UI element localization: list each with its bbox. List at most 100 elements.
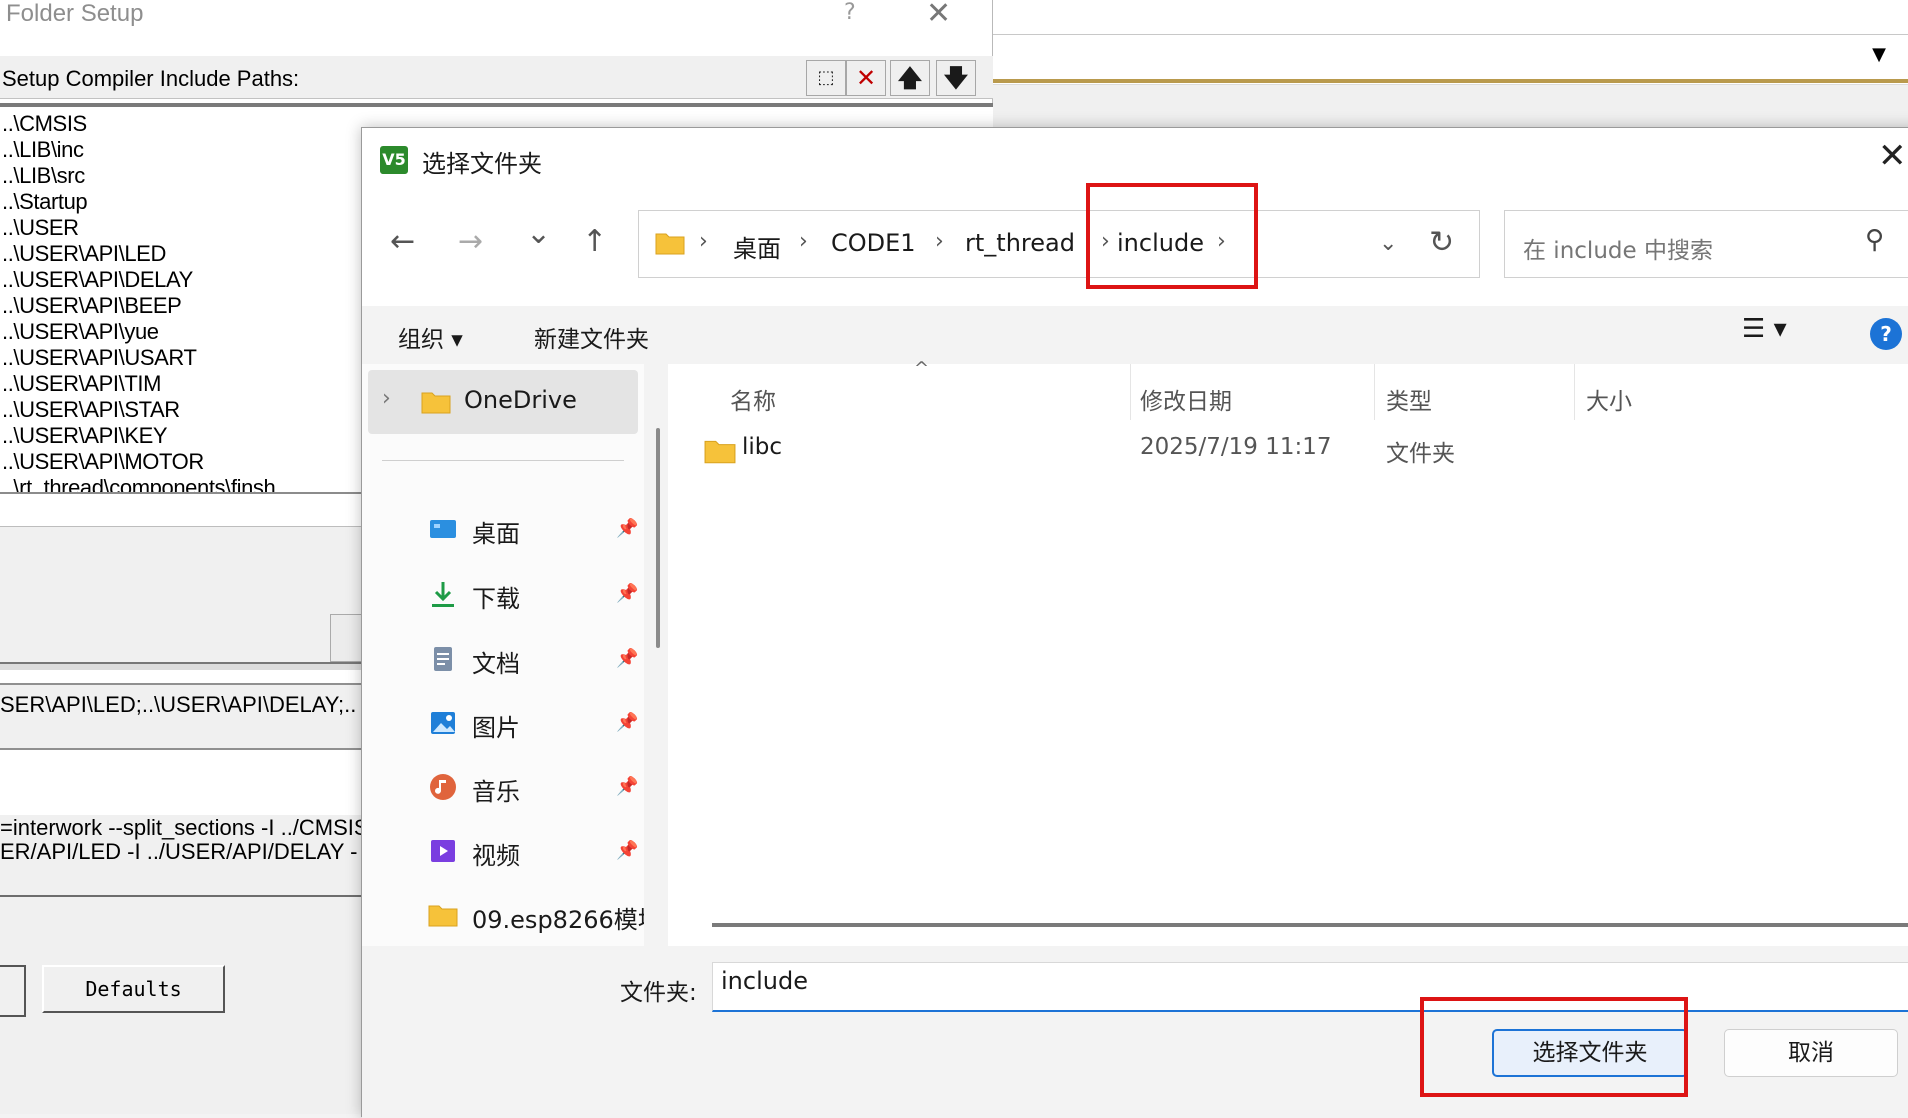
- column-header-size[interactable]: 大小: [1586, 382, 1632, 416]
- compiler-string-line: ER/API/LED -I ../USER/API/DELAY -: [0, 839, 358, 864]
- defaults-button[interactable]: Defaults: [42, 965, 225, 1013]
- folder-icon: [704, 440, 736, 464]
- nav-item-label: 文档: [472, 650, 520, 678]
- address-dropdown-icon[interactable]: ⌄: [1379, 231, 1397, 256]
- move-down-button[interactable]: 🡇: [936, 60, 976, 96]
- search-box[interactable]: 在 include 中搜索 ⚲: [1504, 210, 1908, 278]
- breadcrumb-code1[interactable]: CODE1: [831, 229, 916, 257]
- move-up-button[interactable]: 🡅: [890, 60, 930, 96]
- column-divider[interactable]: [1374, 364, 1375, 420]
- list-item[interactable]: ..\USER\API\LED: [2, 241, 166, 267]
- nav-item-pictures[interactable]: 图片 📌: [428, 704, 638, 744]
- cancel-button[interactable]: 取消: [1724, 1029, 1898, 1077]
- list-item[interactable]: ..\USER\API\KEY: [2, 423, 168, 449]
- nav-pane-scrollbar[interactable]: [656, 428, 660, 648]
- list-item[interactable]: ..\LIB\inc: [2, 137, 84, 163]
- organize-menu[interactable]: 组织 ▾: [398, 320, 463, 354]
- list-item[interactable]: ..\USER\API\TIM: [2, 371, 161, 397]
- list-item[interactable]: ..\USER: [2, 215, 79, 241]
- desktop-icon: [430, 520, 456, 538]
- nav-item-label: 桌面: [472, 520, 520, 548]
- recent-locations-icon[interactable]: ⌄: [526, 216, 551, 251]
- file-list: ^ 名称 修改日期 类型 大小 libc 2025/7/19 11:17 文件夹: [668, 358, 1908, 946]
- column-header-name[interactable]: 名称: [730, 382, 776, 416]
- download-icon: [432, 582, 454, 607]
- dialog-title: 选择文件夹: [422, 150, 542, 178]
- arrow-up-icon: 🡅: [897, 64, 923, 92]
- search-icon[interactable]: ⚲: [1865, 225, 1884, 255]
- sort-caret-icon: ^: [914, 358, 930, 379]
- list-item[interactable]: ..\USER\API\DELAY: [2, 267, 193, 293]
- footer-button[interactable]: [0, 965, 26, 1017]
- highlight-box-breadcrumb: [1086, 183, 1258, 289]
- help-icon[interactable]: ?: [1870, 318, 1902, 350]
- help-icon[interactable]: ?: [844, 0, 856, 25]
- breadcrumb-rt-thread[interactable]: rt_thread: [965, 229, 1075, 257]
- pin-icon[interactable]: 📌: [616, 712, 638, 733]
- list-item[interactable]: ..\CMSIS: [2, 111, 87, 137]
- new-folder-button[interactable]: 新建文件夹: [534, 320, 649, 354]
- list-item[interactable]: ..\USER\API\MOTOR: [2, 449, 204, 475]
- arrow-down-icon: 🡇: [943, 64, 969, 92]
- back-arrow-icon[interactable]: ←: [390, 224, 415, 259]
- pin-icon[interactable]: 📌: [616, 840, 638, 861]
- file-modified: 2025/7/19 11:17: [1140, 434, 1332, 460]
- nav-item-esp8266[interactable]: 09.esp8266模块: [428, 896, 644, 936]
- delete-icon: ✕: [855, 64, 877, 92]
- highlight-box-select-button: [1420, 997, 1688, 1097]
- up-arrow-icon[interactable]: ↑: [582, 224, 607, 259]
- expand-chevron-icon[interactable]: ›: [382, 386, 391, 411]
- column-divider[interactable]: [1574, 364, 1575, 420]
- address-bar[interactable]: › 桌面 › CODE1 › rt_thread › include › ⌄ ↻: [638, 210, 1480, 278]
- list-item[interactable]: ..\USER\API\STAR: [2, 397, 180, 423]
- pin-icon[interactable]: 📌: [616, 518, 638, 539]
- list-item[interactable]: ..\USER\API\USART: [2, 345, 197, 371]
- column-header-modified[interactable]: 修改日期: [1140, 382, 1232, 416]
- breadcrumb-separator[interactable]: ›: [799, 229, 808, 254]
- list-item[interactable]: ..\Startup: [2, 189, 88, 215]
- list-item[interactable]: ..\USER\API\BEEP: [2, 293, 182, 319]
- nav-item-label: 下载: [472, 585, 520, 613]
- forward-arrow-icon[interactable]: →: [458, 224, 483, 259]
- nav-item-label: OneDrive: [464, 386, 577, 414]
- new-path-button[interactable]: ⬚: [806, 60, 846, 96]
- column-header-type[interactable]: 类型: [1386, 382, 1432, 416]
- nav-item-downloads[interactable]: 下载 📌: [428, 575, 638, 615]
- file-list-scrollbar[interactable]: [712, 923, 1908, 927]
- nav-item-onedrive[interactable]: › OneDrive: [368, 370, 638, 434]
- pin-icon[interactable]: 📌: [616, 776, 638, 797]
- column-divider[interactable]: [1130, 364, 1131, 420]
- breadcrumb-separator[interactable]: ›: [935, 229, 944, 254]
- combo-dropdown-icon[interactable]: ▼: [1872, 44, 1886, 65]
- folder-icon: [655, 233, 685, 255]
- breadcrumb-separator[interactable]: ›: [699, 229, 708, 254]
- nav-item-documents[interactable]: 文档 📌: [428, 640, 638, 680]
- navigation-pane: › OneDrive 桌面 📌 下载 📌 文档 📌 图片 📌 音乐 📌 视频 📌…: [362, 364, 644, 946]
- nav-item-videos[interactable]: 视频 📌: [428, 832, 638, 872]
- refresh-icon[interactable]: ↻: [1429, 225, 1454, 260]
- include-paths-label: Setup Compiler Include Paths:: [2, 66, 300, 91]
- folder-setup-title: Folder Setup: [6, 0, 144, 27]
- nav-item-desktop[interactable]: 桌面 📌: [428, 510, 638, 550]
- search-input[interactable]: 在 include 中搜索: [1523, 231, 1713, 265]
- breadcrumb-desktop[interactable]: 桌面: [733, 229, 781, 264]
- picture-icon: [431, 712, 455, 734]
- delete-path-button[interactable]: ✕: [846, 60, 886, 96]
- pin-icon[interactable]: 📌: [616, 583, 638, 604]
- main-window-combo[interactable]: [993, 35, 1908, 83]
- folder-field-label: 文件夹:: [620, 980, 697, 1006]
- view-options-icon[interactable]: ☰ ▾: [1742, 314, 1787, 344]
- include-paths-value: SER\API\LED;..\USER\API\DELAY;..: [0, 692, 357, 717]
- close-icon[interactable]: ✕: [926, 0, 951, 31]
- nav-item-music[interactable]: 音乐 📌: [428, 768, 638, 808]
- folder-name-input[interactable]: include: [712, 962, 1908, 1012]
- folder-icon: [428, 905, 458, 927]
- pin-icon[interactable]: 📌: [616, 648, 638, 669]
- list-item[interactable]: ..\rt_thread\components\finsh: [2, 475, 276, 493]
- table-row[interactable]: libc 2025/7/19 11:17 文件夹: [668, 420, 1908, 480]
- list-item[interactable]: ..\USER\API\yue: [2, 319, 159, 345]
- list-item[interactable]: ..\LIB\src: [2, 163, 85, 189]
- close-icon[interactable]: ✕: [1878, 136, 1907, 176]
- keil-app-icon: V5: [380, 146, 408, 174]
- video-icon: [431, 840, 455, 862]
